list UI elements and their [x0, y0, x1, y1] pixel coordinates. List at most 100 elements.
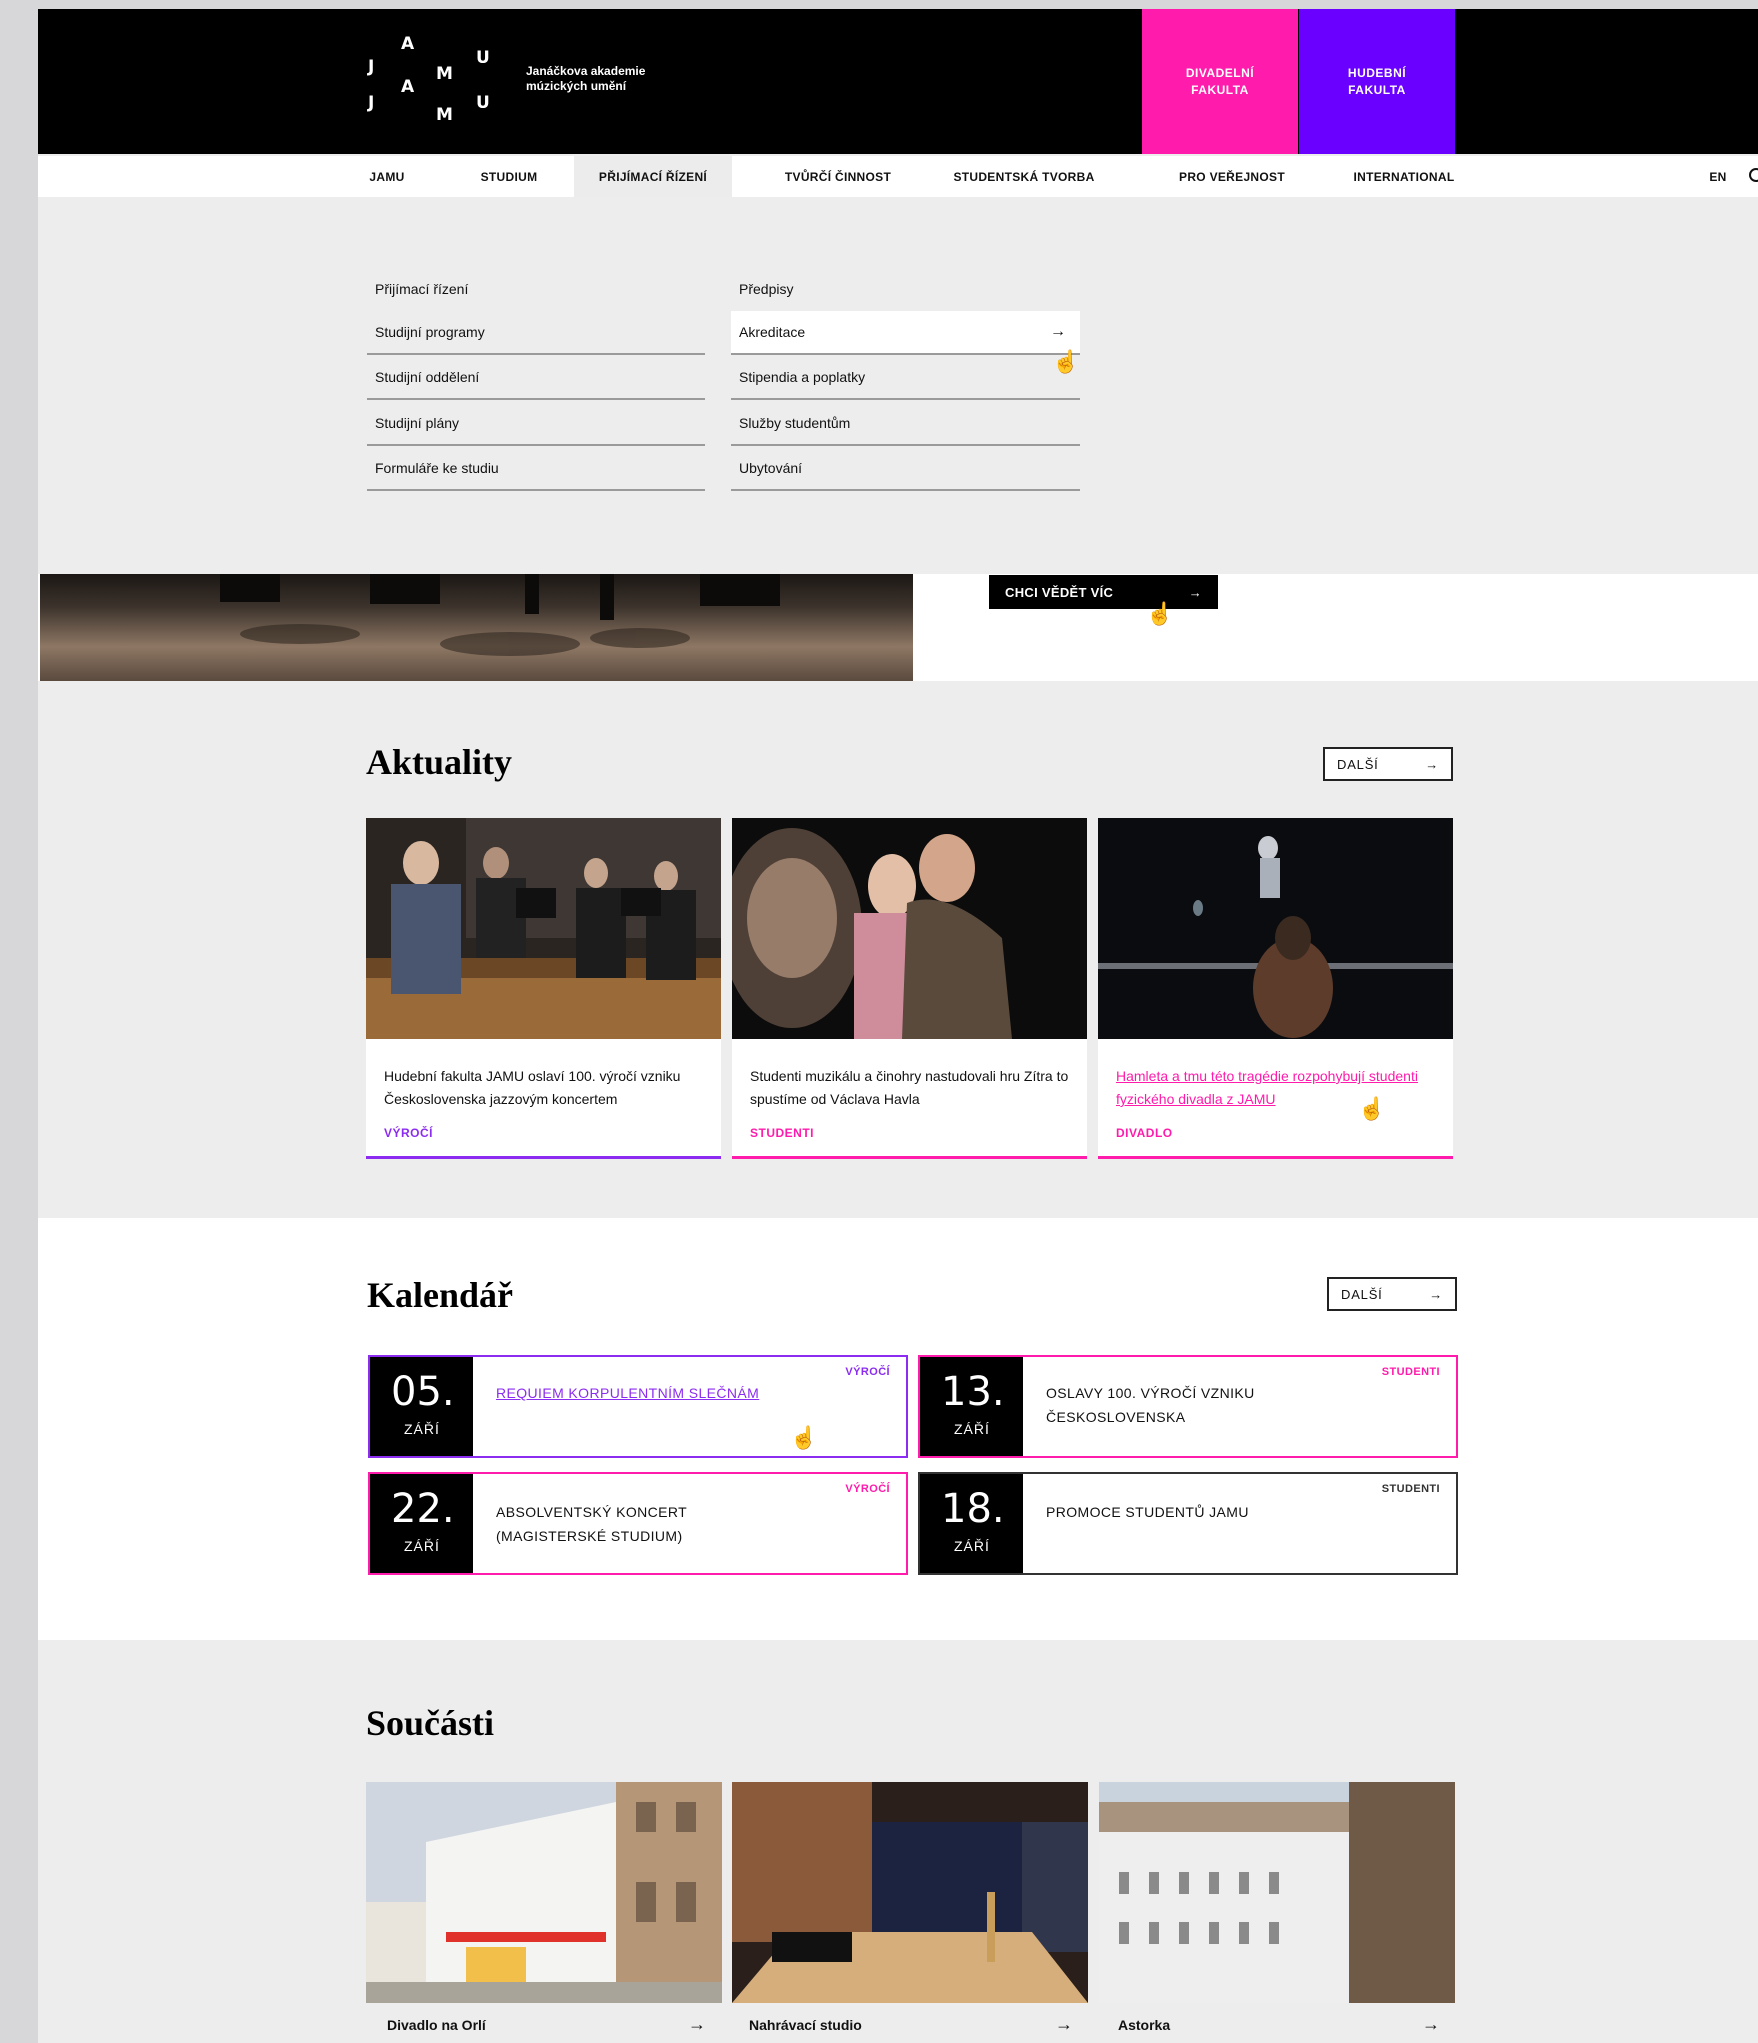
event-month: ZÁŘÍ: [404, 1421, 440, 1437]
nav-item-pro-verejnost[interactable]: PRO VEŘEJNOST: [1162, 156, 1302, 197]
event-month: ZÁŘÍ: [954, 1538, 990, 1554]
event-title-link[interactable]: REQUIEM KORPULENTNÍM SLEČNÁM: [496, 1381, 759, 1405]
event-day: 13.: [941, 1369, 1005, 1415]
logo-letter: J: [368, 93, 375, 113]
nav-item-studium[interactable]: STUDIUM: [464, 156, 554, 197]
more-label: DALŠÍ: [1337, 756, 1379, 772]
event-date: 18. ZÁŘÍ: [920, 1474, 1023, 1573]
logo-text: Janáčkova akademie múzických umění: [526, 64, 646, 93]
news-tag[interactable]: VÝROČÍ: [384, 1126, 433, 1140]
part-label[interactable]: Nahrávací studio: [749, 2017, 862, 2033]
event-title[interactable]: OSLAVY 100. VÝROČÍ VZNIKU ČESKOSLOVENSKA: [1046, 1381, 1306, 1429]
menu-item-label: Akreditace: [739, 324, 806, 340]
calendar-event[interactable]: 22. ZÁŘÍ ABSOLVENTSKÝ KONCERT (MAGISTERS…: [368, 1472, 908, 1575]
news-image-art: [1098, 818, 1453, 1039]
hero-image-art: [220, 574, 780, 656]
nav-item-prijimaci-rizeni[interactable]: PŘIJÍMACÍ ŘÍZENÍ: [574, 156, 732, 197]
hand-cursor-icon: ☝: [1146, 601, 1174, 626]
menu-item-sluzby[interactable]: Služby studentům: [731, 402, 1080, 446]
event-title[interactable]: ABSOLVENTSKÝ KONCERT (MAGISTERSKÉ STUDIU…: [496, 1500, 726, 1548]
menu-item-prijimaci-rizeni[interactable]: Přijímací řízení: [367, 267, 705, 311]
arrow-right-icon: →: [1188, 584, 1202, 600]
arrow-right-icon[interactable]: →: [1055, 2014, 1073, 2035]
news-image-art: [366, 818, 721, 1039]
nav-item-international[interactable]: INTERNATIONAL: [1338, 156, 1470, 197]
parts-heading: Součásti: [366, 1703, 495, 1743]
event-title[interactable]: PROMOCE STUDENTŮ JAMU: [1046, 1500, 1249, 1524]
main-nav: JAMU STUDIUM PŘIJÍMACÍ ŘÍZENÍ TVŮRČÍ ČIN…: [38, 156, 1758, 197]
logo-letter: J: [368, 57, 375, 77]
logo-letter: U: [476, 93, 490, 113]
event-day: 22.: [391, 1486, 455, 1532]
news-card[interactable]: Hamleta a tmu této tragédie rozpohybují …: [1098, 818, 1453, 1159]
event-month: ZÁŘÍ: [954, 1421, 990, 1437]
arrow-right-icon: →: [1425, 756, 1439, 772]
news-image-concert: [366, 818, 721, 1039]
menu-item-akreditace[interactable]: Akreditace →: [731, 311, 1080, 355]
event-tag: VÝROČÍ: [845, 1366, 890, 1378]
part-image-art: [366, 1782, 722, 2003]
event-tag: VÝROČÍ: [845, 1483, 890, 1495]
menu-item-ubytovani[interactable]: Ubytování: [731, 447, 1080, 491]
part-image-divadlo[interactable]: [366, 1782, 722, 2003]
menu-item-formulare[interactable]: Formuláře ke studiu: [367, 447, 705, 491]
logo-letter: M: [436, 64, 453, 84]
part-image-art: [732, 1782, 1088, 2003]
menu-item-studijni-programy[interactable]: Studijní programy: [367, 311, 705, 355]
news-image-art: [732, 818, 1087, 1039]
news-image-hamlet: [1098, 818, 1453, 1039]
logo-letter: A: [401, 34, 415, 54]
news-heading: Aktuality: [366, 742, 513, 782]
menu-item-predpisy[interactable]: Předpisy: [731, 267, 1080, 311]
more-info-button[interactable]: CHCI VĚDĚT VÍC →: [989, 575, 1218, 609]
calendar-event[interactable]: 13. ZÁŘÍ OSLAVY 100. VÝROČÍ VZNIKU ČESKO…: [918, 1355, 1458, 1458]
hand-cursor-icon: ☝: [1358, 1096, 1386, 1121]
news-more-button[interactable]: DALŠÍ →: [1323, 747, 1453, 781]
arrow-right-icon[interactable]: →: [688, 2014, 706, 2035]
news-card[interactable]: Studenti muzikálu a činohry nastudovali …: [732, 818, 1087, 1159]
news-title[interactable]: Hudební fakulta JAMU oslaví 100. výročí …: [384, 1065, 709, 1111]
nav-item-tvurci-cinnost[interactable]: TVŮRČÍ ČINNOST: [768, 156, 908, 197]
news-image-theatre: [732, 818, 1087, 1039]
calendar-event[interactable]: 18. ZÁŘÍ PROMOCE STUDENTŮ JAMU STUDENTI: [918, 1472, 1458, 1575]
news-accent-line: [1098, 1156, 1453, 1159]
nav-item-studentska-tvorba[interactable]: STUDENTSKÁ TVORBA: [938, 156, 1110, 197]
arrow-right-icon: →: [1429, 1286, 1443, 1302]
news-tag[interactable]: STUDENTI: [750, 1126, 814, 1140]
part-image-art: [1099, 1782, 1455, 2003]
arrow-right-icon[interactable]: →: [1422, 2014, 1440, 2035]
event-day: 05.: [391, 1369, 455, 1415]
logo-letter: A: [401, 77, 415, 97]
logo-letter: M: [436, 105, 453, 125]
cta-label: CHCI VĚDĚT VÍC: [1005, 584, 1114, 600]
part-label[interactable]: Divadlo na Orlí: [387, 2017, 486, 2033]
calendar-heading: Kalendář: [367, 1275, 514, 1315]
faculty-divadelni-button[interactable]: DIVADELNÍ FAKULTA: [1142, 9, 1298, 154]
event-tag: STUDENTI: [1381, 1366, 1440, 1378]
news-title-link[interactable]: Hamleta a tmu této tragédie rozpohybují …: [1116, 1065, 1441, 1111]
news-card[interactable]: Hudební fakulta JAMU oslaví 100. výročí …: [366, 818, 721, 1159]
news-tag[interactable]: DIVADLO: [1116, 1126, 1173, 1140]
search-icon[interactable]: [1749, 168, 1758, 182]
menu-item-stipendia[interactable]: Stipendia a poplatky: [731, 356, 1080, 400]
hand-cursor-icon: ☝: [1052, 349, 1080, 374]
faculty-hudebni-button[interactable]: HUDEBNÍ FAKULTA: [1299, 9, 1455, 154]
event-date: 13. ZÁŘÍ: [920, 1357, 1023, 1456]
part-label[interactable]: Astorka: [1118, 2017, 1170, 2033]
menu-item-studijni-oddeleni[interactable]: Studijní oddělení: [367, 356, 705, 400]
event-month: ZÁŘÍ: [404, 1538, 440, 1554]
logo-letter: U: [476, 48, 490, 68]
nav-item-jamu[interactable]: JAMU: [358, 156, 416, 197]
language-switch[interactable]: EN: [1698, 156, 1738, 197]
calendar-more-button[interactable]: DALŠÍ →: [1327, 1277, 1457, 1311]
part-image-studio[interactable]: [732, 1782, 1088, 2003]
event-tag: STUDENTI: [1381, 1483, 1440, 1495]
event-date: 22. ZÁŘÍ: [370, 1474, 473, 1573]
part-image-astorka[interactable]: [1099, 1782, 1455, 2003]
menu-item-studijni-plany[interactable]: Studijní plány: [367, 402, 705, 446]
page: J A M U A J M U Janáčkova akademie múzic…: [38, 9, 1758, 2043]
news-title[interactable]: Studenti muzikálu a činohry nastudovali …: [750, 1065, 1075, 1111]
event-day: 18.: [941, 1486, 1005, 1532]
calendar-event[interactable]: 05. ZÁŘÍ REQUIEM KORPULENTNÍM SLEČNÁM VÝ…: [368, 1355, 908, 1458]
header: J A M U A J M U Janáčkova akademie múzic…: [38, 9, 1758, 154]
